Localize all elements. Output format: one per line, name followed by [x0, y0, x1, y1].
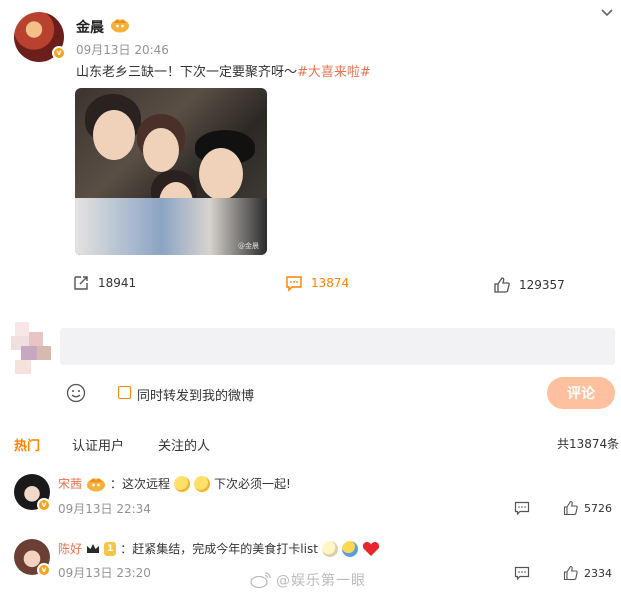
fan-crown-icon: [87, 477, 106, 491]
emoji-sticker-icon: [341, 540, 358, 557]
photo-watermark: @金晨: [238, 242, 259, 250]
like-button[interactable]: 129357: [493, 276, 565, 294]
tab-following[interactable]: 关注的人: [158, 435, 210, 454]
commenter-name[interactable]: 陈好: [58, 540, 82, 557]
tab-hot[interactable]: 热门: [14, 435, 40, 454]
reply-icon[interactable]: [514, 500, 530, 516]
verified-badge-icon: v: [52, 46, 66, 60]
thumbs-up-icon: [494, 277, 510, 293]
thumbs-up-icon: [563, 500, 578, 516]
post-body: 山东老乡三缺一！下次一定要聚齐呀～: [76, 65, 298, 80]
hashtag-link[interactable]: #大喜来啦#: [297, 65, 371, 80]
like-count: 129357: [519, 278, 565, 292]
post-photo[interactable]: @金晨: [75, 88, 267, 255]
watermark-text: @娱乐第一眼: [276, 573, 366, 589]
comment-like-count: 2334: [584, 566, 612, 580]
total-comments: 共13874条: [557, 437, 620, 451]
chevron-down-icon[interactable]: [600, 6, 614, 20]
tab-verified-users[interactable]: 认证用户: [72, 435, 124, 454]
thumbs-up-icon: [563, 565, 578, 581]
emoji-sticker-icon: [194, 475, 211, 492]
comment-text: 下次必须一起!: [214, 477, 291, 491]
weibo-logo-icon: [250, 572, 271, 589]
submit-comment-button[interactable]: 评论: [547, 377, 615, 409]
watermark: @娱乐第一眼: [250, 570, 366, 590]
comment-time[interactable]: 09月13日 22:34: [58, 500, 151, 517]
comment-icon: [286, 276, 302, 292]
repost-button[interactable]: 18941: [72, 274, 136, 292]
comment-count: 13874: [311, 276, 350, 290]
author-name[interactable]: 金晨: [76, 17, 104, 37]
verified-badge-icon: v: [37, 498, 51, 512]
comment-like-button[interactable]: 5726: [563, 500, 612, 516]
level-badge: 1: [104, 541, 117, 556]
comment-button[interactable]: 13874: [285, 274, 349, 292]
crown-icon: [87, 543, 100, 553]
comment-text: ：这次远程: [110, 477, 171, 491]
repost-count: 18941: [98, 276, 137, 290]
repost-icon: [74, 276, 88, 290]
comment-like-count: 5726: [584, 501, 612, 515]
comment-time[interactable]: 09月13日 23:20: [58, 564, 151, 581]
post-timestamp[interactable]: 09月13日 20:46: [76, 41, 169, 58]
verified-badge-icon: v: [37, 563, 51, 577]
heart-icon: [362, 541, 380, 556]
my-avatar: [5, 322, 55, 374]
emoji-sticker-icon: [321, 540, 338, 557]
comment-like-button[interactable]: 2334: [563, 565, 612, 581]
repost-checkbox[interactable]: [118, 386, 131, 399]
comment-input[interactable]: [60, 328, 615, 365]
reply-icon[interactable]: [514, 565, 530, 581]
post-text: 山东老乡三缺一！下次一定要聚齐呀～#大喜来啦#: [76, 61, 371, 80]
repost-checkbox-label[interactable]: 同时转发到我的微博: [137, 385, 254, 404]
comment-line: 宋茜 ：这次远程 下次必须一起!: [58, 475, 291, 492]
emoji-sticker-icon: [174, 475, 191, 492]
comment-text: ：赶紧集结，完成今年的美食打卡list: [120, 542, 318, 556]
comment-line: 陈好 1 ：赶紧集结，完成今年的美食打卡list: [58, 540, 380, 557]
emoji-icon[interactable]: [66, 383, 86, 403]
fan-crown-icon: [111, 19, 129, 33]
commenter-name[interactable]: 宋茜: [58, 475, 82, 492]
